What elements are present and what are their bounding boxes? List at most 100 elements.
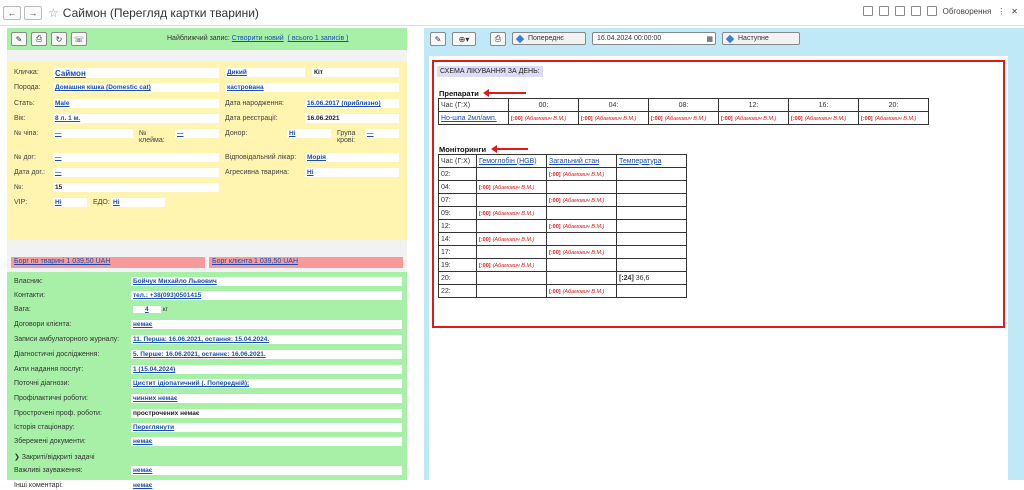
print-icon[interactable] — [878, 6, 889, 16]
doctor-value[interactable]: Морія — [305, 153, 399, 162]
contract-date-value[interactable]: — — [53, 168, 219, 177]
edo-label: ЕДО: — [93, 199, 110, 206]
owner-row-value[interactable]: немає — [131, 437, 402, 446]
vip-value[interactable]: Ні — [53, 198, 87, 207]
monitor-cell[interactable]: [:00] (Абамович В.М.) — [476, 206, 547, 220]
reg-label: Дата реєстрації: — [225, 115, 278, 122]
drugs-header-cell: 08: — [648, 98, 719, 112]
save-icon[interactable] — [862, 6, 873, 16]
drug-dose-cell[interactable]: [:00] (Абамович В.М.) — [508, 111, 579, 125]
owner-row-value[interactable]: 4 кг — [131, 305, 191, 314]
forward-button[interactable]: → — [24, 5, 42, 20]
calendar-icon[interactable]: ▦ — [706, 35, 713, 43]
monitor-cell[interactable]: [:00] (Абамович В.М.) — [546, 193, 617, 207]
owner-row-value[interactable]: 1 (15.04.2024) — [131, 365, 402, 374]
owner-row-value[interactable]: Бойчук Михайло Львович — [131, 277, 402, 286]
left-toolbar: ✎ ⎙ ↻ ☏ Найближчий запис: Створити новий… — [7, 28, 407, 50]
blood-value[interactable]: — — [365, 129, 399, 138]
drug-name[interactable]: Но-шпа 2мл/амп. — [438, 111, 509, 125]
aggressive-value[interactable]: Ні — [305, 168, 399, 177]
owner-row-value[interactable]: немає — [131, 320, 402, 329]
monitor-time: 20: — [438, 271, 477, 285]
copy-icon[interactable] — [894, 6, 905, 16]
monitor-header-cell[interactable]: Гемоглобін (HGB) — [476, 154, 547, 168]
monitor-cell[interactable]: [:00] (Абамович В.М.) — [546, 167, 617, 181]
favorite-star-icon[interactable]: ☆ — [48, 6, 59, 20]
monitor-header-cell[interactable]: Загальний стан — [546, 154, 617, 168]
weight-unit: кг — [161, 306, 169, 313]
weight-value[interactable]: 4 — [133, 306, 161, 313]
link-icon[interactable] — [910, 6, 921, 16]
monitor-cell[interactable]: [:00] (Абамович В.М.) — [546, 284, 617, 298]
add-button[interactable]: ⊕▾ — [452, 32, 476, 46]
wild-flag[interactable]: Дикий — [225, 68, 305, 77]
phone-button[interactable]: ☏ — [71, 32, 87, 46]
monitor-header-cell[interactable]: Температура — [616, 154, 687, 168]
print-button[interactable]: ⎙ — [490, 32, 506, 46]
animal-card-panel: ✎ ⎙ ↻ ☏ Найближчий запис: Створити новий… — [7, 28, 407, 490]
more-icon[interactable]: ⋮ — [997, 7, 1005, 16]
date-field[interactable]: 16.04.2024 00:00:00 ▦ — [592, 32, 716, 45]
owner-row-label: Збережені документи: — [14, 438, 86, 445]
monitor-time: 22: — [438, 284, 477, 298]
client-debt-link[interactable]: Борг клієнта 1 039,50 UAH — [209, 257, 403, 268]
monitor-cell[interactable]: [:00] (Абамович В.М.) — [476, 258, 547, 272]
drugs-header-cell: 04: — [578, 98, 649, 112]
drug-dose-cell[interactable]: [:00] (Абамович В.М.) — [578, 111, 649, 125]
edo-value[interactable]: Ні — [111, 198, 165, 207]
previous-button[interactable]: Попереднє — [512, 32, 586, 45]
owner-row-value[interactable]: чинних немає — [131, 394, 402, 403]
monitor-cell[interactable]: [:00] (Абамович В.М.) — [546, 219, 617, 233]
donor-value[interactable]: Ні — [287, 129, 331, 138]
edit-button[interactable]: ✎ — [430, 32, 446, 46]
drug-dose-cell[interactable]: [:00] (Абамович В.М.) — [788, 111, 859, 125]
brand-value[interactable]: — — [175, 129, 219, 138]
drugs-table: Час (Г:Х) 00: 04: 08: 12: 16: 20: Но-шпа 2мл/ам… — [438, 98, 929, 125]
monitor-cell[interactable]: [:00] (Абамович В.М.) — [476, 232, 547, 246]
owner-row-value[interactable]: тел.: +38(093)0501415 — [131, 291, 402, 300]
contract-value[interactable]: — — [53, 153, 219, 162]
owner-row-value[interactable]: немає — [131, 466, 402, 475]
owner-row-label: Записи амбулаторного журналу: — [14, 336, 120, 343]
drug-dose-cell[interactable]: [:00] (Абамович В.М.) — [718, 111, 789, 125]
chip-value[interactable]: — — [53, 129, 133, 138]
help-icon[interactable] — [926, 6, 937, 16]
owner-row-label: Вага: — [14, 306, 31, 313]
monitor-cell — [616, 219, 687, 233]
age-value[interactable]: 8 л. 1 м. — [53, 114, 219, 123]
birth-value[interactable]: 16.06.2017 (приблизно) — [305, 99, 399, 108]
monitor-cell — [476, 245, 547, 259]
nickname-value[interactable]: Саймон — [53, 68, 219, 78]
previous-label: Попереднє — [528, 35, 564, 42]
monitor-cell[interactable]: [:00] (Абамович В.М.) — [546, 245, 617, 259]
owner-row-value[interactable]: немає — [131, 481, 402, 490]
print-button[interactable]: ⎙ — [31, 32, 47, 46]
owner-row-value[interactable]: Цистит ідіопатичний (. Попередній); — [131, 379, 402, 388]
discussions-link[interactable]: Обговорення — [943, 7, 992, 16]
owner-row-value[interactable]: Переглянути — [131, 423, 402, 432]
sex-value[interactable]: Male — [53, 99, 219, 108]
close-icon[interactable]: ✕ — [1011, 7, 1018, 16]
monitor-cell[interactable]: [:00] (Абамович В.М.) — [476, 180, 547, 194]
neuter-status[interactable]: кастрована — [225, 83, 399, 92]
all-records-link[interactable]: ( всього 1 записів ) — [288, 35, 349, 42]
monitor-cell — [546, 258, 617, 272]
next-label: Наступне — [738, 35, 769, 42]
monitor-cell — [616, 284, 687, 298]
edit-button[interactable]: ✎ — [11, 32, 27, 46]
breed-value[interactable]: Домашня кішка (Domestic cat) — [53, 83, 219, 92]
animal-debt-link[interactable]: Борг по тварині 1 039,50 UAH — [11, 257, 205, 268]
drug-dose-cell[interactable]: [:00] (Абамович В.М.) — [858, 111, 929, 125]
owner-row-value[interactable]: 11. Перша: 16.06.2021, остання: 15.04.20… — [131, 335, 402, 344]
monitor-cell — [476, 219, 547, 233]
next-button[interactable]: Наступне — [722, 32, 800, 45]
create-new-link[interactable]: Створити новий — [232, 35, 284, 42]
owner-row-label: Профілактичні роботи: — [14, 395, 88, 402]
drug-dose-cell[interactable]: [:00] (Абамович В.М.) — [648, 111, 719, 125]
refresh-button[interactable]: ↻ — [51, 32, 67, 46]
back-button[interactable]: ← — [3, 5, 21, 20]
blood-label: Група крові: — [337, 130, 356, 144]
owner-row-value[interactable]: 5. Перше: 16.06.2021, останнє: 16.06.202… — [131, 350, 402, 359]
monitor-cell[interactable]: [:24] 36,6 — [616, 271, 687, 285]
owner-row-label[interactable]: ❯ Закриті/відкриті задачі — [14, 453, 95, 461]
